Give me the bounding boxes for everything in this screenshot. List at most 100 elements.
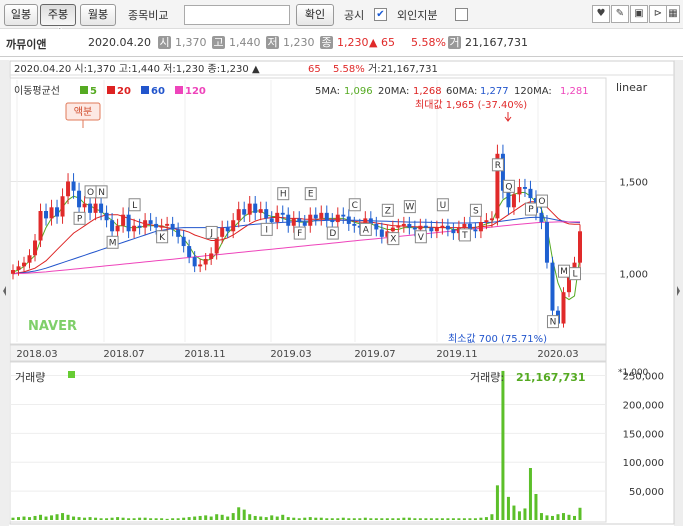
scale-mode[interactable]: linear xyxy=(616,81,648,94)
volume-bar xyxy=(424,518,428,520)
event-marker-label: O xyxy=(87,188,94,198)
volume-unit: *1,000 xyxy=(618,368,649,378)
window-icon[interactable]: ▣ xyxy=(630,5,648,23)
candle-body xyxy=(528,188,533,199)
volume-bar xyxy=(402,517,406,520)
volume-bar xyxy=(171,518,175,520)
candle-body xyxy=(99,203,104,213)
event-marker-label: J xyxy=(209,228,213,238)
candle-body xyxy=(88,203,93,213)
volume-bar xyxy=(429,518,433,520)
date-tick-label: 2019.03 xyxy=(270,349,311,360)
candle-body xyxy=(93,203,98,213)
event-marker-label: V xyxy=(418,233,425,243)
volume-bar xyxy=(143,517,147,520)
volume-bar xyxy=(363,517,367,520)
grid-icon[interactable]: ▦ xyxy=(666,5,680,23)
candle-body xyxy=(66,181,71,197)
volume-bar xyxy=(248,514,252,520)
candle-body xyxy=(522,187,527,189)
compare-input[interactable] xyxy=(184,5,290,25)
confirm-button[interactable]: 확인 xyxy=(296,4,334,26)
disclosure-label: 공시 xyxy=(344,9,365,22)
event-marker-label: H xyxy=(280,190,287,200)
daily-button[interactable]: 일봉 xyxy=(4,4,38,26)
candle-body xyxy=(440,225,445,228)
volume-bar xyxy=(534,494,538,520)
volume-bar xyxy=(446,518,450,520)
volume-bar xyxy=(572,515,576,520)
ohlc-percent: 5.58% xyxy=(333,64,365,75)
candle-body xyxy=(308,214,313,226)
volume-bar xyxy=(209,516,213,520)
volume-bar xyxy=(473,518,477,520)
candle-body xyxy=(49,207,54,219)
volume-bar xyxy=(517,511,521,520)
bulb-icon[interactable]: ♥ xyxy=(592,5,610,23)
volume-bar xyxy=(297,518,301,520)
volume-bar xyxy=(259,516,263,520)
volume-bar xyxy=(204,515,208,520)
volume-bar xyxy=(396,518,400,520)
candle-body xyxy=(506,190,511,208)
volume-bar xyxy=(33,515,37,520)
volume-bar xyxy=(440,518,444,520)
candle-body xyxy=(159,225,164,228)
weekly-button[interactable]: 주봉 xyxy=(40,4,76,26)
volume-bar xyxy=(495,485,499,520)
disclosure-checkbox[interactable]: ✔ xyxy=(374,8,387,21)
candle-body xyxy=(137,225,142,228)
candle-body xyxy=(478,222,483,232)
volume-bar xyxy=(407,517,411,520)
candle-body xyxy=(269,218,274,223)
volume-bar xyxy=(490,514,494,520)
volume-title: 거래량 xyxy=(15,371,45,384)
volume-bar xyxy=(468,518,472,520)
volume-bar xyxy=(336,518,340,520)
ma20-value: 1,268 xyxy=(413,86,442,97)
event-marker-label: A xyxy=(363,225,370,235)
candle-body xyxy=(121,214,126,226)
monthly-button[interactable]: 월봉 xyxy=(80,4,116,26)
compare-label: 종목비교 xyxy=(128,9,169,22)
candle-body xyxy=(104,212,109,221)
volume-legend-value: 21,167,731 xyxy=(516,371,586,384)
volume-bar xyxy=(418,518,422,520)
volume-bar xyxy=(545,515,549,520)
volume-bar xyxy=(215,514,219,520)
ma-legend-title: 이동평균선 xyxy=(14,85,60,97)
candle-body xyxy=(253,203,258,213)
pencil-icon[interactable]: ✎ xyxy=(611,5,629,23)
event-marker-label: X xyxy=(390,235,396,245)
event-marker-label: T xyxy=(461,231,468,241)
candle-body xyxy=(27,255,32,263)
volume-bar xyxy=(275,516,279,520)
volume-bar xyxy=(138,517,142,520)
chart-frame xyxy=(9,60,675,525)
event-marker-label: N xyxy=(98,188,105,198)
volume-bar xyxy=(160,518,164,520)
volume-badge: 거 xyxy=(448,36,461,49)
candle-body xyxy=(550,262,555,311)
volume-bar xyxy=(457,518,461,520)
event-marker-label: I xyxy=(265,225,268,235)
candle-body xyxy=(209,253,214,259)
volume-bar xyxy=(220,514,224,520)
volume-bar xyxy=(264,517,268,520)
open-badge: 시 xyxy=(158,36,171,49)
candle-body xyxy=(132,225,137,232)
split-event-label: 액분 xyxy=(74,106,92,118)
volume-bar xyxy=(270,515,274,520)
quote-date: 2020.04.20 xyxy=(88,36,151,49)
volume-bar xyxy=(28,517,32,520)
ma5-value: 1,096 xyxy=(344,86,373,97)
candle-body xyxy=(544,222,549,263)
toggle-icon[interactable]: ⊳ xyxy=(649,5,667,23)
foreign-checkbox[interactable] xyxy=(455,8,468,21)
candle-body xyxy=(148,220,153,224)
ma-legend-label: 5 xyxy=(90,86,97,97)
volume-bar xyxy=(561,513,565,520)
volume-bar xyxy=(83,517,87,520)
candle-body xyxy=(126,214,131,232)
candle-body xyxy=(55,207,60,217)
